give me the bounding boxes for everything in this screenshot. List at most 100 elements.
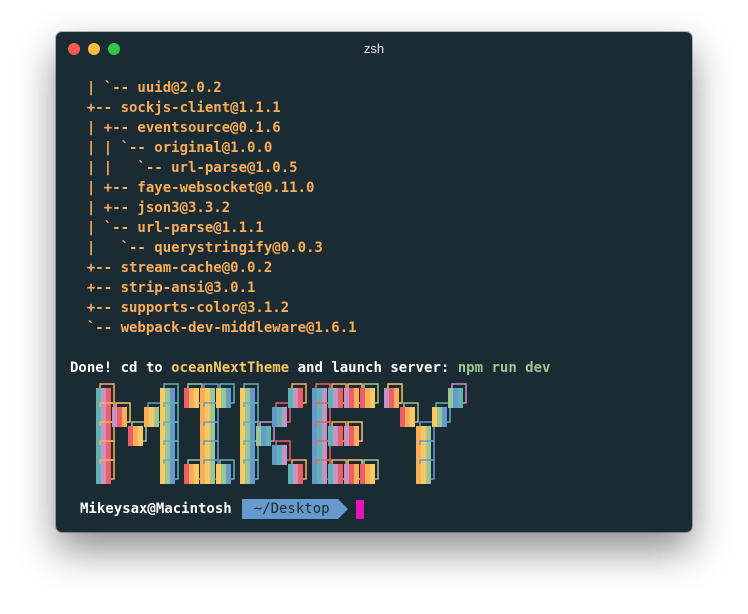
done-prefix: Done! cd to xyxy=(70,360,172,376)
banner-stripe xyxy=(354,464,359,484)
banner-stripe xyxy=(317,407,322,427)
project-name: oceanNextTheme xyxy=(171,360,290,376)
terminal-output[interactable]: | `-- uuid@2.0.2 +-- sockjs-client@1.1.1… xyxy=(56,78,692,378)
prompt-user-host: Mikeysax@Macintosh xyxy=(80,501,232,517)
banner-stripe xyxy=(200,464,205,484)
banner-stripe xyxy=(133,426,138,446)
banner-stripe xyxy=(282,407,287,427)
banner-stripe xyxy=(338,464,343,484)
banner-stripe xyxy=(442,407,447,427)
banner-stripe xyxy=(210,445,215,465)
banner-stripe xyxy=(216,388,221,408)
banner-stripe xyxy=(101,407,106,427)
banner-stripe xyxy=(344,426,349,446)
banner-stripe xyxy=(210,426,215,446)
banner-stripe xyxy=(250,388,255,408)
banner-stripe xyxy=(394,388,399,408)
banner-stripe xyxy=(210,388,215,408)
banner-stripe xyxy=(322,464,327,484)
banner-stripe xyxy=(360,388,365,408)
banner-stripe xyxy=(101,445,106,465)
banner-stripe xyxy=(170,388,175,408)
window-title: zsh xyxy=(363,41,385,56)
banner-stripe xyxy=(293,464,298,484)
banner-stripe xyxy=(293,388,298,408)
banner-stripe xyxy=(221,464,226,484)
banner-stripe xyxy=(272,407,277,427)
banner-stripe xyxy=(170,426,175,446)
banner-stripe xyxy=(250,464,255,484)
banner-stripe xyxy=(405,407,410,427)
banner-stripe xyxy=(416,464,421,484)
banner-stripe xyxy=(317,426,322,446)
banner-stripe xyxy=(400,407,405,427)
banner-stripe xyxy=(266,426,271,446)
banner-stripe xyxy=(277,407,282,427)
banner-stripe xyxy=(333,426,338,446)
banner-stripe xyxy=(360,464,365,484)
banner-stripe xyxy=(349,388,354,408)
banner-stripe xyxy=(288,464,293,484)
banner-stripe xyxy=(194,388,199,408)
banner-stripe xyxy=(298,388,303,408)
banner-stripe xyxy=(245,445,250,465)
ascii-banner-logo xyxy=(96,383,467,484)
banner-stripe xyxy=(106,426,111,446)
banner-stripe xyxy=(448,388,453,408)
dependency-line: | +-- json3@3.3.2 xyxy=(70,200,231,216)
banner-stripe xyxy=(117,407,122,427)
dependency-line: `-- webpack-dev-middleware@1.6.1 xyxy=(70,320,357,336)
banner-stripe xyxy=(101,388,106,408)
launch-command: npm run dev xyxy=(457,360,551,376)
banner-stripe xyxy=(101,426,106,446)
banner-stripe xyxy=(421,464,426,484)
banner-stripe xyxy=(106,464,111,484)
banner-stripe xyxy=(226,388,231,408)
terminal-window: zsh | `-- uuid@2.0.2 +-- sockjs-client@1… xyxy=(56,32,692,532)
dependency-line: | +-- faye-websocket@0.11.0 xyxy=(70,180,315,196)
banner-stripe xyxy=(328,426,333,446)
banner-stripe xyxy=(96,464,101,484)
banner-stripe xyxy=(354,388,359,408)
banner-stripe xyxy=(165,445,170,465)
dependency-line: | | `-- url-parse@1.0.5 xyxy=(70,160,298,176)
banner-stripe xyxy=(426,426,431,446)
banner-stripe xyxy=(106,388,111,408)
dependency-line: +-- strip-ansi@3.0.1 xyxy=(70,280,256,296)
banner-stripe xyxy=(426,445,431,465)
banner-stripe xyxy=(189,388,194,408)
banner-stripe xyxy=(122,407,127,427)
banner-stripe xyxy=(205,426,210,446)
banner-stripe xyxy=(106,407,111,427)
banner-stripe xyxy=(322,407,327,427)
banner-stripe xyxy=(421,426,426,446)
banner-stripe xyxy=(154,407,159,427)
banner-stripe xyxy=(170,407,175,427)
banner-stripe xyxy=(333,464,338,484)
banner-stripe xyxy=(277,445,282,465)
title-bar[interactable]: zsh xyxy=(56,32,692,66)
banner-stripe xyxy=(322,426,327,446)
banner-stripe xyxy=(210,464,215,484)
banner-stripe xyxy=(317,445,322,465)
banner-stripe xyxy=(170,464,175,484)
banner-stripe xyxy=(101,464,106,484)
shell-prompt[interactable]: Mikeysax@Macintosh ~/Desktop xyxy=(74,499,364,519)
banner-stripe xyxy=(170,445,175,465)
banner-stripe xyxy=(250,426,255,446)
banner-stripe xyxy=(365,388,370,408)
dependency-line: | `-- uuid@2.0.2 xyxy=(70,80,222,96)
banner-stripe xyxy=(338,426,343,446)
banner-stripe xyxy=(149,407,154,427)
banner-stripe xyxy=(205,464,210,484)
dependency-line: | `-- querystringify@0.0.3 xyxy=(70,240,323,256)
dependency-line: | `-- url-parse@1.1.1 xyxy=(70,220,264,236)
banner-stripe xyxy=(328,464,333,484)
prompt-cwd-segment: ~/Desktop xyxy=(241,499,348,519)
banner-stripe xyxy=(250,407,255,427)
dependency-line: | +-- eventsource@0.1.6 xyxy=(70,120,281,136)
banner-stripe xyxy=(205,445,210,465)
banner-stripe xyxy=(333,388,338,408)
banner-stripe xyxy=(421,445,426,465)
dependency-line: | | `-- original@1.0.0 xyxy=(70,140,273,156)
